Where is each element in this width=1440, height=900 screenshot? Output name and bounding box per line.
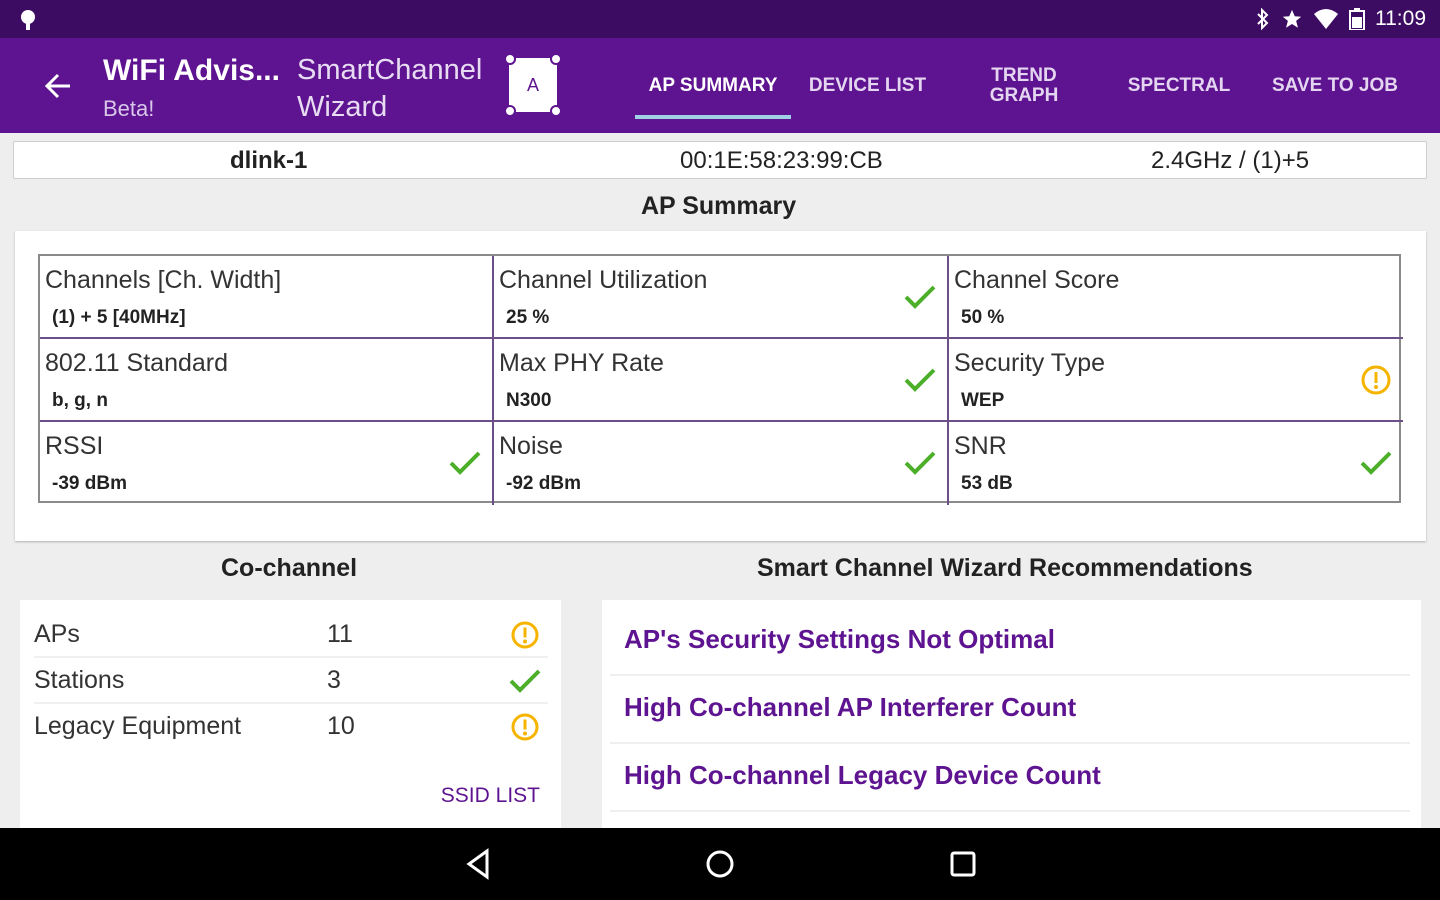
battery-icon	[1349, 8, 1365, 30]
status-bar: 11:09	[0, 0, 1440, 38]
nav-home-icon[interactable]	[702, 846, 738, 882]
checkmark-icon	[904, 285, 936, 309]
summary-grid: Channels [Ch. Width] (1) + 5 [40MHz] Cha…	[38, 254, 1403, 505]
row-count: 11	[327, 620, 353, 648]
summary-cell-security-type: Security Type WEP	[949, 339, 1403, 422]
location-pin-icon	[21, 10, 35, 30]
cell-label: Security Type	[954, 349, 1106, 377]
recommendation-item[interactable]: AP's Security Settings Not Optimal	[610, 608, 1410, 676]
bluetooth-icon	[1257, 8, 1269, 30]
checkmark-icon	[449, 451, 481, 475]
row-name: Legacy Equipment	[34, 712, 242, 740]
row-name: Stations	[34, 666, 125, 694]
cochannel-row-legacy: Legacy Equipment 10	[34, 704, 548, 750]
summary-cell-rssi: RSSI -39 dBm	[40, 422, 494, 505]
summary-cell-channel-score: Channel Score 50 %	[949, 256, 1403, 339]
summary-cell-standard: 802.11 Standard b, g, n	[40, 339, 494, 422]
app-title: WiFi Advis...	[103, 54, 280, 87]
tab-spectral[interactable]: SPECTRAL	[1110, 38, 1248, 133]
wizard-icon-letter: A	[527, 75, 539, 95]
summary-cell-snr: SNR 53 dB	[949, 422, 1403, 505]
recommendations-title: Smart Channel Wizard Recommendations	[757, 554, 1253, 582]
checkmark-icon	[509, 669, 541, 693]
cell-label: RSSI	[45, 432, 104, 460]
nav-recents-icon[interactable]	[945, 846, 981, 882]
cell-value: -92 dBm	[506, 473, 581, 494]
recommendation-text: High Co-channel Legacy Device Count	[624, 760, 1101, 790]
tab-save-to-job[interactable]: SAVE TO JOB	[1268, 38, 1402, 133]
wizard-title: SmartChannel Wizard	[297, 52, 482, 126]
cell-label: Channel Score	[954, 266, 1120, 294]
cell-value: 53 dB	[961, 473, 1013, 494]
checkmark-icon	[1360, 451, 1392, 475]
recommendation-item[interactable]: High Co-channel AP Interferer Count	[610, 676, 1410, 744]
cell-value: 25 %	[506, 307, 550, 328]
back-arrow-icon[interactable]	[40, 68, 80, 104]
recommendation-text: AP's Security Settings Not Optimal	[624, 624, 1055, 654]
cochannel-card: APs 11 Stations 3 Legacy Equipment 10 SS…	[20, 600, 561, 828]
cell-label: Channels [Ch. Width]	[45, 266, 282, 294]
summary-cell-noise: Noise -92 dBm	[494, 422, 949, 505]
ap-bssid: 00:1E:58:23:99:CB	[680, 147, 883, 174]
tab-trend-graph[interactable]: TREND GRAPH	[960, 38, 1088, 133]
ap-ssid: dlink-1	[230, 147, 308, 174]
warning-icon	[1361, 365, 1391, 395]
system-nav-bar	[0, 828, 1440, 900]
warning-icon	[511, 713, 539, 741]
row-name: APs	[34, 620, 80, 648]
cell-label: Max PHY Rate	[499, 349, 664, 377]
cell-label: Channel Utilization	[499, 266, 708, 294]
tab-device-list[interactable]: DEVICE LIST	[795, 38, 940, 133]
star-icon	[1282, 9, 1302, 28]
recommendation-item[interactable]: High Co-channel Legacy Device Count	[610, 744, 1410, 812]
app-toolbar: WiFi Advis... Beta! SmartChannel Wizard …	[0, 38, 1440, 133]
app-subtitle: Beta!	[103, 96, 155, 121]
ap-info-bar: dlink-1 00:1E:58:23:99:CB 2.4GHz / (1)+5	[13, 141, 1427, 179]
summary-cell-max-phy-rate: Max PHY Rate N300	[494, 339, 949, 422]
checkmark-icon	[904, 368, 936, 392]
cell-value: 50 %	[961, 307, 1005, 328]
clock-time: 11:09	[1375, 7, 1426, 30]
cell-value: -39 dBm	[52, 473, 127, 494]
summary-cell-channel-utilization: Channel Utilization 25 %	[494, 256, 949, 339]
cell-value: N300	[506, 390, 552, 411]
row-count: 3	[327, 666, 341, 694]
cochannel-title: Co-channel	[221, 554, 358, 582]
cell-value: b, g, n	[52, 390, 108, 411]
row-count: 10	[327, 712, 355, 740]
cell-value: (1) + 5 [40MHz]	[52, 307, 186, 328]
ssid-list-button[interactable]: SSID LIST	[441, 784, 540, 808]
active-tab-indicator	[635, 115, 791, 119]
cochannel-row-stations: Stations 3	[34, 658, 548, 704]
cell-value: WEP	[961, 390, 1005, 411]
cochannel-row-aps: APs 11	[34, 612, 548, 658]
checkmark-icon	[904, 451, 936, 475]
recommendations-card: AP's Security Settings Not Optimal High …	[602, 600, 1421, 828]
warning-icon	[511, 621, 539, 649]
wizard-title-line2: Wizard	[297, 91, 388, 123]
recommendation-text: High Co-channel AP Interferer Count	[624, 692, 1077, 722]
cell-label: SNR	[954, 432, 1007, 460]
ap-band-channel: 2.4GHz / (1)+5	[1151, 147, 1310, 174]
summary-title: AP Summary	[641, 192, 797, 220]
summary-cell-channels: Channels [Ch. Width] (1) + 5 [40MHz]	[40, 256, 494, 339]
cell-label: 802.11 Standard	[45, 349, 229, 377]
nav-back-icon[interactable]	[461, 846, 497, 882]
ap-summary-card: Channels [Ch. Width] (1) + 5 [40MHz] Cha…	[15, 231, 1426, 541]
wizard-title-line1: SmartChannel	[297, 54, 483, 86]
wizard-device-icon[interactable]: A	[504, 53, 562, 117]
cell-label: Noise	[499, 432, 563, 460]
wifi-icon	[1314, 9, 1338, 29]
